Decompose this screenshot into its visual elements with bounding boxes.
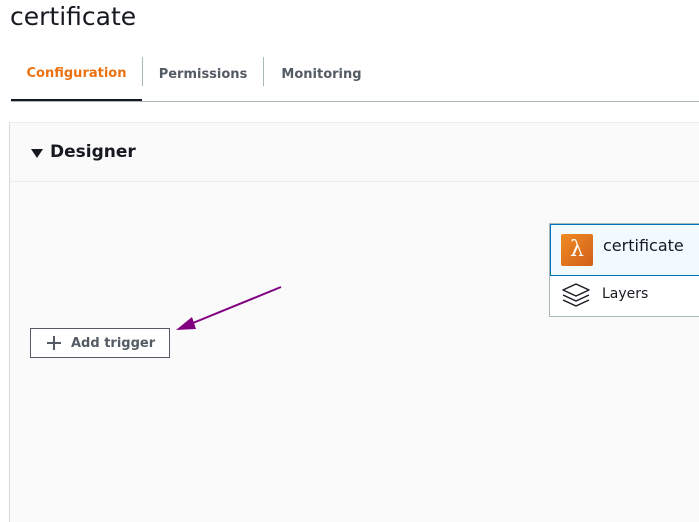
function-name: certificate [603, 236, 684, 255]
tab-monitoring[interactable]: Monitoring [264, 48, 379, 101]
function-node[interactable]: λ certificate [550, 224, 699, 276]
add-trigger-button[interactable]: Add trigger [30, 328, 170, 358]
designer-panel: Designer [9, 122, 699, 522]
function-card: λ certificate Layers [549, 223, 699, 317]
layers-label: Layers [602, 286, 649, 302]
designer-panel-header[interactable]: Designer [10, 123, 699, 182]
plus-icon [47, 336, 61, 350]
layers-node[interactable]: Layers [550, 276, 699, 316]
tab-bar: Configuration Permissions Monitoring [11, 48, 699, 102]
lambda-icon: λ [561, 234, 593, 266]
add-trigger-label: Add trigger [71, 335, 156, 351]
tab-configuration[interactable]: Configuration [11, 48, 142, 101]
designer-title: Designer [50, 142, 136, 162]
page-title: certificate [10, 2, 137, 31]
layers-icon [562, 283, 590, 307]
tab-permissions[interactable]: Permissions [143, 48, 263, 101]
caret-down-icon [31, 149, 43, 158]
